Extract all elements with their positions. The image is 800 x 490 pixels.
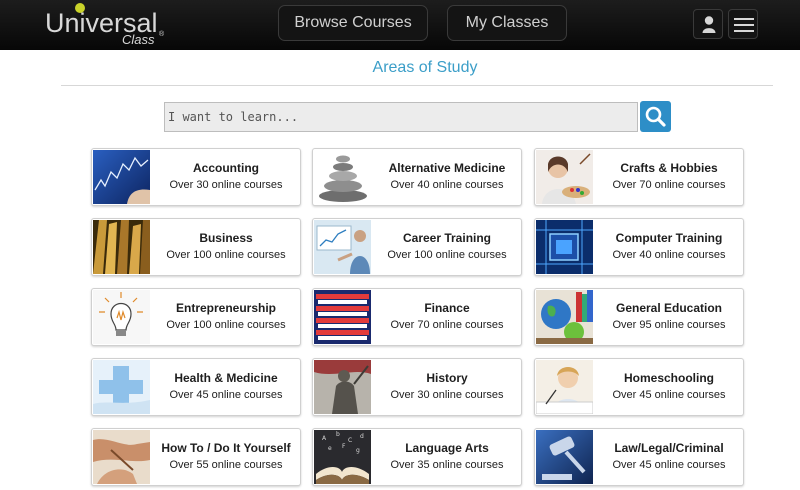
category-card-law-legal-criminal[interactable]: Law/Legal/Criminal Over 45 online course… [534,428,744,486]
category-name: How To / Do It Yourself [161,441,291,455]
category-card-entrepreneurship[interactable]: Entrepreneurship Over 100 online courses [91,288,301,346]
title-divider [61,85,773,86]
category-card-history[interactable]: History Over 30 online courses [312,358,522,416]
account-button[interactable] [693,9,723,39]
category-card-health-medicine[interactable]: Health & Medicine Over 45 online courses [91,358,301,416]
logo-registered-mark: ® [159,31,165,38]
course-count: Over 70 online courses [390,319,504,331]
category-card-how-to-diy[interactable]: How To / Do It Yourself Over 55 online c… [91,428,301,486]
category-name: Entrepreneurship [175,301,277,315]
finance-thumbnail [314,290,371,344]
general-education-thumbnail [536,290,593,344]
page-title: Areas of Study [372,59,478,76]
category-name: Business [199,231,253,245]
course-count: Over 40 online courses [390,179,504,191]
course-count: Over 100 online courses [387,249,507,261]
category-name: General Education [615,301,723,315]
category-card-language-arts[interactable]: AbCd eFg Language Arts Over 35 online co… [312,428,522,486]
category-name: Computer Training [615,231,723,245]
course-count: Over 100 online courses [166,249,286,261]
category-name: Language Arts [405,441,489,455]
language-arts-thumbnail: AbCd eFg [314,430,371,484]
logo-sub-text: Class [122,32,155,47]
universal-class-logo[interactable]: Universal Class ® [45,3,170,47]
health-medicine-thumbnail [93,360,150,414]
svg-text:C: C [348,437,352,444]
category-name: Homeschooling [623,371,714,385]
course-count: Over 95 online courses [612,319,726,331]
category-card-general-education[interactable]: General Education Over 95 online courses [534,288,744,346]
category-card-computer-training[interactable]: Computer Training Over 40 online courses [534,218,744,276]
search-input[interactable] [164,102,638,132]
course-count: Over 70 online courses [612,179,726,191]
category-name: Career Training [402,231,492,245]
course-count: Over 35 online courses [390,459,504,471]
law-legal-criminal-thumbnail [536,430,593,484]
computer-training-thumbnail [536,220,593,274]
svg-text:g: g [356,447,360,454]
hamburger-menu-icon [734,18,754,32]
category-name: Health & Medicine [174,371,278,385]
accounting-thumbnail [93,150,150,204]
svg-text:d: d [360,433,364,440]
history-thumbnail [314,360,371,414]
category-card-accounting[interactable]: Accounting Over 30 online courses [91,148,301,206]
top-navbar: Universal Class ® Browse Courses My Clas… [0,0,800,50]
my-classes-button[interactable]: My Classes [447,5,567,41]
business-thumbnail [93,220,150,274]
course-count: Over 100 online courses [166,319,286,331]
crafts-hobbies-thumbnail [536,150,593,204]
category-name: Accounting [193,161,259,175]
how-to-diy-thumbnail [93,430,150,484]
course-count: Over 30 online courses [390,389,504,401]
svg-text:b: b [336,431,340,438]
category-card-finance[interactable]: Finance Over 70 online courses [312,288,522,346]
search-icon [645,106,666,127]
category-name: Finance [424,301,470,315]
course-count: Over 30 online courses [169,179,283,191]
course-count: Over 40 online courses [612,249,726,261]
category-name: Crafts & Hobbies [620,161,718,175]
homeschooling-thumbnail [536,360,593,414]
svg-text:e: e [328,445,332,452]
course-count: Over 45 online courses [612,389,726,401]
category-card-crafts-hobbies[interactable]: Crafts & Hobbies Over 70 online courses [534,148,744,206]
user-icon [702,16,716,33]
category-name: History [426,371,468,385]
category-card-homeschooling[interactable]: Homeschooling Over 45 online courses [534,358,744,416]
category-card-business[interactable]: Business Over 100 online courses [91,218,301,276]
course-count: Over 45 online courses [169,389,283,401]
svg-text:F: F [342,443,346,450]
course-count: Over 45 online courses [612,459,726,471]
entrepreneurship-thumbnail [93,290,150,344]
course-count: Over 55 online courses [169,459,283,471]
category-card-alternative-medicine[interactable]: Alternative Medicine Over 40 online cour… [312,148,522,206]
search-button[interactable] [640,101,671,132]
category-name: Law/Legal/Criminal [614,441,724,455]
alternative-medicine-thumbnail [314,150,371,204]
category-card-career-training[interactable]: Career Training Over 100 online courses [312,218,522,276]
category-name: Alternative Medicine [388,161,506,175]
browse-courses-button[interactable]: Browse Courses [278,5,428,41]
menu-button[interactable] [728,9,758,39]
career-training-thumbnail [314,220,371,274]
